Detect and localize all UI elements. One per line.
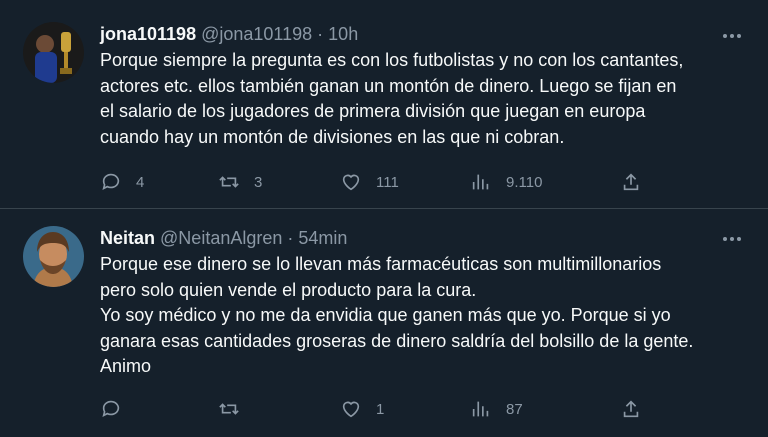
share-icon (623, 400, 639, 418)
display-name[interactable]: jona101198 (100, 24, 196, 44)
views-count: 9.110 (506, 173, 543, 191)
tweet[interactable]: jona101198 @jona101198 · 10h Porque siem… (0, 0, 768, 208)
tweet-actions: 4 3 111 9.110 (100, 167, 660, 197)
retweet-button[interactable]: 3 (218, 167, 262, 197)
like-count: 1 (376, 400, 385, 418)
like-count: 111 (376, 173, 399, 191)
views-button[interactable]: 9.110 (470, 167, 542, 197)
heart-icon (342, 401, 360, 418)
avatar[interactable] (23, 22, 84, 83)
timestamp[interactable]: 54min (298, 228, 347, 248)
tweet-header: Neitan @NeitanAlgren · 54min (100, 226, 347, 250)
avatar[interactable] (23, 226, 84, 287)
heart-icon (342, 174, 360, 191)
reply-count: 4 (136, 173, 145, 191)
like-button[interactable]: 1 (340, 394, 384, 424)
share-icon (623, 173, 639, 191)
separator: · (287, 228, 294, 248)
reply-button[interactable]: 4 (100, 167, 144, 197)
timestamp[interactable]: 10h (328, 24, 358, 44)
user-handle[interactable]: @NeitanAlgren (160, 228, 282, 248)
display-name[interactable]: Neitan (100, 228, 155, 248)
tweet-text: Porque siempre la pregunta es con los fu… (100, 50, 684, 147)
views-icon (472, 174, 489, 190)
share-button[interactable] (620, 167, 656, 197)
retweet-icon (219, 176, 239, 188)
tweet[interactable]: Neitan @NeitanAlgren · 54min Porque ese … (0, 209, 768, 437)
separator: · (317, 24, 324, 44)
reply-icon (102, 400, 120, 417)
tweet-header: jona101198 @jona101198 · 10h (100, 22, 358, 46)
views-count: 87 (506, 400, 523, 418)
views-button[interactable]: 87 (470, 394, 523, 424)
views-icon (472, 401, 489, 417)
tweet-text: Porque ese dinero se lo llevan más farma… (100, 254, 694, 376)
retweet-icon (219, 403, 239, 415)
reply-icon (102, 173, 120, 190)
retweet-button[interactable] (218, 394, 254, 424)
like-button[interactable]: 111 (340, 167, 399, 197)
user-handle[interactable]: @jona101198 (201, 24, 312, 44)
share-button[interactable] (620, 394, 656, 424)
retweet-count: 3 (254, 173, 263, 191)
more-icon[interactable] (720, 227, 744, 251)
tweet-actions: 1 87 (100, 394, 660, 424)
more-icon[interactable] (720, 24, 744, 48)
reply-button[interactable] (100, 394, 136, 424)
